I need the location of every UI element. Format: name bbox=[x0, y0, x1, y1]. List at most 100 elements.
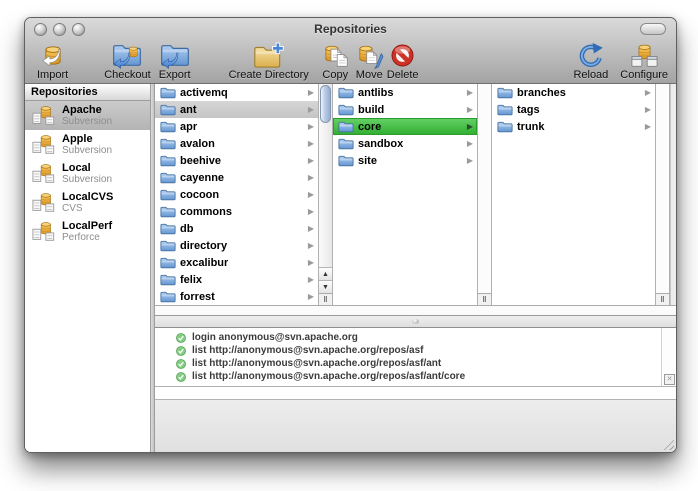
scroll-down-button[interactable]: ▼ bbox=[319, 280, 332, 294]
toolbar-label: Export bbox=[159, 69, 191, 81]
log-entry[interactable]: list http://anonymous@svn.apache.org/rep… bbox=[176, 344, 661, 357]
log-entry[interactable]: list http://anonymous@svn.apache.org/rep… bbox=[176, 357, 661, 370]
column-resize-handle[interactable]: ‖ bbox=[319, 293, 332, 305]
browser-row[interactable]: antlibs▶ bbox=[333, 84, 477, 101]
chevron-right-icon: ▶ bbox=[467, 157, 473, 165]
chevron-right-icon: ▶ bbox=[645, 123, 651, 131]
toolbar-toggle-button[interactable] bbox=[640, 23, 666, 35]
repository-icon bbox=[32, 162, 56, 186]
repo-type: Subversion bbox=[62, 145, 112, 156]
log-scrollbar-track[interactable]: ✕ bbox=[661, 328, 676, 386]
browser-row[interactable]: core▶ bbox=[333, 118, 477, 135]
folder-icon bbox=[497, 120, 513, 133]
export-button[interactable]: Export bbox=[159, 41, 191, 81]
sidebar-item-localcvs[interactable]: LocalCVSCVS bbox=[25, 188, 150, 217]
browser-row[interactable]: trunk▶ bbox=[492, 118, 655, 135]
screenshot-canvas: Repositories Import bbox=[0, 0, 698, 491]
browser-row[interactable]: site▶ bbox=[333, 152, 477, 169]
import-button[interactable]: Import bbox=[37, 41, 68, 81]
column-resize-handle[interactable]: ‖ bbox=[478, 293, 491, 305]
sidebar-header: Repositories bbox=[25, 84, 150, 101]
log-horizontal-scroll-track[interactable] bbox=[155, 387, 676, 400]
folder-icon bbox=[160, 137, 176, 150]
browser-row[interactable]: activemq▶ bbox=[155, 84, 318, 101]
reload-button[interactable]: Reload bbox=[573, 41, 608, 81]
log-resize-grip[interactable]: ✕ bbox=[664, 374, 675, 385]
scroll-up-button[interactable]: ▲ bbox=[319, 267, 332, 281]
export-icon bbox=[159, 41, 191, 69]
browser-row[interactable]: excalibur▶ bbox=[155, 254, 318, 271]
horizontal-scroll-track[interactable] bbox=[155, 305, 676, 315]
scrollbar-track[interactable]: ‖ bbox=[655, 84, 670, 305]
toolbar-label: Checkout bbox=[104, 69, 150, 81]
copy-button[interactable]: Copy bbox=[321, 41, 350, 81]
create-directory-button[interactable]: Create Directory bbox=[229, 41, 309, 81]
repo-type: CVS bbox=[62, 203, 113, 214]
chevron-right-icon: ▶ bbox=[308, 174, 314, 182]
folder-icon bbox=[160, 171, 176, 184]
browser-row[interactable]: directory▶ bbox=[155, 237, 318, 254]
main-pane: activemq▶ ant▶ apr▶ avalon▶ beehive▶ cay… bbox=[155, 84, 676, 452]
log-entry-text: login anonymous@svn.apache.org bbox=[192, 332, 358, 343]
folder-icon bbox=[160, 120, 176, 133]
browser-row[interactable]: sandbox▶ bbox=[333, 135, 477, 152]
toolbar-label: Move bbox=[356, 69, 383, 81]
log-entry[interactable]: list http://anonymous@svn.apache.org/rep… bbox=[176, 370, 661, 383]
scrollbar-track[interactable]: ▲ ▼ ‖ bbox=[318, 84, 333, 305]
browser-row[interactable]: ant▶ bbox=[155, 101, 318, 118]
folder-icon bbox=[160, 188, 176, 201]
delete-button[interactable]: Delete bbox=[387, 41, 419, 81]
scrollbar-track[interactable]: ‖ bbox=[477, 84, 492, 305]
chevron-right-icon: ▶ bbox=[308, 123, 314, 131]
chevron-right-icon: ▶ bbox=[467, 123, 473, 131]
repo-name: Apache bbox=[62, 104, 112, 116]
repo-name: LocalPerf bbox=[62, 220, 112, 232]
browser-row[interactable]: cayenne▶ bbox=[155, 169, 318, 186]
browser-row[interactable]: avalon▶ bbox=[155, 135, 318, 152]
browser-row[interactable]: beehive▶ bbox=[155, 152, 318, 169]
check-circle-icon bbox=[176, 372, 186, 382]
sidebar-item-apache[interactable]: ApacheSubversion bbox=[25, 101, 150, 130]
folder-icon bbox=[338, 120, 354, 133]
folder-icon bbox=[338, 154, 354, 167]
sidebar-item-apple[interactable]: AppleSubversion bbox=[25, 130, 150, 159]
repository-icon bbox=[32, 220, 56, 244]
browser-row[interactable]: branches▶ bbox=[492, 84, 655, 101]
browser-row[interactable]: cocoon▶ bbox=[155, 186, 318, 203]
folder-icon bbox=[497, 103, 513, 116]
log-entry-text: list http://anonymous@svn.apache.org/rep… bbox=[192, 371, 465, 382]
checkout-icon bbox=[111, 41, 143, 69]
titlebar[interactable]: Repositories bbox=[25, 18, 676, 40]
import-icon bbox=[38, 41, 68, 69]
sidebar-item-local[interactable]: LocalSubversion bbox=[25, 159, 150, 188]
browser-row[interactable]: commons▶ bbox=[155, 203, 318, 220]
window-resize-grip[interactable] bbox=[661, 437, 674, 450]
browser-row[interactable]: tags▶ bbox=[492, 101, 655, 118]
chevron-right-icon: ▶ bbox=[308, 242, 314, 250]
pane-splitter[interactable] bbox=[155, 316, 676, 327]
toolbar-label: Copy bbox=[322, 69, 348, 81]
browser-row[interactable]: build▶ bbox=[333, 101, 477, 118]
browser-row[interactable]: db▶ bbox=[155, 220, 318, 237]
browser-row[interactable]: felix▶ bbox=[155, 271, 318, 288]
sidebar-item-localperf[interactable]: LocalPerfPerforce bbox=[25, 217, 150, 246]
toolbar-label: Reload bbox=[573, 69, 608, 81]
chevron-right-icon: ▶ bbox=[308, 140, 314, 148]
app-window: Repositories Import bbox=[24, 17, 677, 453]
column-resize-handle[interactable]: ‖ bbox=[656, 293, 669, 305]
browser-row[interactable]: forrest▶ bbox=[155, 288, 318, 305]
folder-icon bbox=[497, 86, 513, 99]
log-entry[interactable]: login anonymous@svn.apache.org bbox=[176, 331, 661, 344]
configure-icon bbox=[630, 41, 659, 69]
move-button[interactable]: Move bbox=[355, 41, 384, 81]
checkout-button[interactable]: Checkout bbox=[104, 41, 150, 81]
folder-icon bbox=[160, 86, 176, 99]
content-area: Repositories ApacheSubversion AppleSubve… bbox=[25, 84, 676, 452]
configure-button[interactable]: Configure bbox=[620, 41, 668, 81]
scrollbar-thumb[interactable] bbox=[320, 85, 331, 123]
log-lines: login anonymous@svn.apache.org list http… bbox=[155, 328, 661, 386]
browser-row[interactable]: apr▶ bbox=[155, 118, 318, 135]
repository-icon bbox=[32, 104, 56, 128]
repo-name: LocalCVS bbox=[62, 191, 113, 203]
chevron-right-icon: ▶ bbox=[645, 89, 651, 97]
